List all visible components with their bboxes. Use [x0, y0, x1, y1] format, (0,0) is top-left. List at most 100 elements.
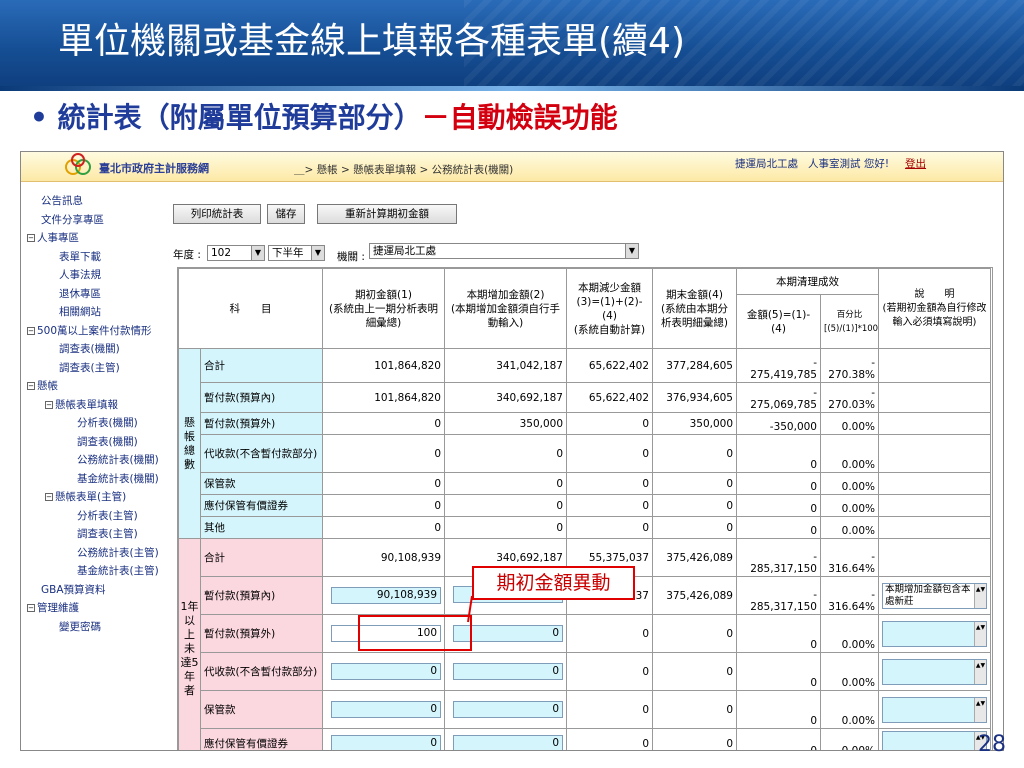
cell-decrease: 0 — [566, 728, 653, 750]
sidebar-item[interactable]: 基金統計表(主管) — [77, 564, 159, 578]
logout-link[interactable]: 登出 — [905, 158, 926, 170]
cell-percent: 0.00% — [820, 412, 879, 435]
sidebar-item[interactable]: GBA預算資料 — [41, 583, 106, 597]
sidebar-item[interactable]: − 懸帳表單(主管) — [45, 490, 126, 504]
row-label: 合計 — [200, 348, 323, 383]
cell-increase: 340,692,187 — [444, 382, 567, 413]
cell-closing: 0 — [652, 614, 737, 653]
table-row: 保管款 0 0 0 0 0 0.00% — [179, 472, 991, 495]
sidebar-item-label: 懸帳表單填報 — [55, 398, 118, 411]
note-cell: ▲▼ — [878, 690, 991, 729]
scrollbar-icon[interactable]: ▲▼ — [974, 659, 986, 684]
row-label: 應付保管有價證券 — [200, 494, 323, 517]
sidebar-item-label: 公務統計表(機關) — [77, 454, 159, 466]
scrollbar-icon[interactable]: ▲▼ — [974, 621, 986, 646]
increase-amount-input[interactable]: 0 — [453, 735, 563, 750]
cell-percent: 0.00% — [820, 494, 879, 517]
sidebar-item[interactable]: − 懸帳表單填報 — [45, 398, 118, 412]
sidebar-item[interactable]: 公務統計表(機關) — [77, 453, 159, 467]
note-textarea[interactable]: ▲▼ — [882, 658, 987, 685]
sidebar-item[interactable]: 文件分享專區 — [41, 213, 104, 227]
year-label: 年度 : — [173, 249, 201, 261]
sidebar-item[interactable]: − 懸帳 — [27, 379, 58, 393]
note-cell — [878, 412, 991, 435]
cell-increase: 0 — [444, 652, 567, 691]
collapse-icon[interactable]: − — [27, 382, 35, 390]
note-textarea[interactable]: ▲▼ — [882, 730, 987, 750]
row-label: 暫付款(預算內) — [200, 382, 323, 413]
row-label: 保管款 — [200, 472, 323, 495]
sidebar-item[interactable]: 公告訊息 — [41, 194, 83, 208]
table-row: 應付保管有價證券 0 0 0 0 0 0.00% — [179, 494, 991, 517]
table-row: 懸帳總數 合計 101,864,820 341,042,187 65,622,402 37… — [178, 348, 991, 539]
table-row: 暫付款(預算內) 101,864,820 340,692,187 65,622,402… — [179, 382, 991, 413]
sidebar-item[interactable]: −500萬以上案件付款情形 — [27, 324, 152, 338]
note-cell: ▲▼ — [878, 652, 991, 691]
sidebar-item[interactable]: 分析表(主管) — [77, 509, 138, 523]
note-textarea[interactable]: ▲▼ — [882, 620, 987, 647]
save-button[interactable]: 儲存 — [267, 204, 305, 224]
sidebar-item[interactable]: 表單下載 — [59, 250, 101, 264]
opening-amount-input[interactable]: 0 — [331, 735, 441, 750]
half-value: 下半年 — [272, 247, 304, 259]
sidebar-item-label: 懸帳表單(主管) — [55, 491, 127, 503]
note-textarea[interactable]: 本期增加金額包含本處新莊 ▲▼ — [882, 582, 987, 609]
dropdown-arrow-icon: ▼ — [625, 244, 638, 258]
cell-percent: - 316.64% — [820, 538, 879, 577]
cell-opening: 0 — [322, 690, 445, 729]
recalc-button[interactable]: 重新計算期初金額 — [317, 204, 457, 224]
cell-amount: - 285,317,150 — [736, 576, 821, 615]
opening-amount-input[interactable]: 0 — [331, 663, 441, 680]
breadcrumb: ＿> 懸帳 > 懸帳表單填報 > 公務統計表(機關) — [294, 164, 514, 176]
note-text: 本期增加金額包含本處新莊 — [885, 583, 971, 607]
print-button[interactable]: 列印統計表 — [173, 204, 261, 224]
sidebar-item-label: 分析表(機關) — [77, 417, 138, 429]
scrollbar-icon[interactable]: ▲▼ — [974, 583, 986, 608]
sidebar-item[interactable]: 退休專區 — [59, 287, 101, 301]
year-select[interactable]: 102 ▼ — [207, 245, 265, 261]
sidebar-item[interactable]: 變更密碼 — [59, 620, 101, 634]
sidebar-item[interactable]: 調查表(主管) — [77, 527, 138, 541]
note-header: 說 明 (若期初金額為自行修改輸入必須填寫說明) — [878, 268, 991, 349]
scrollbar-icon[interactable]: ▲▼ — [974, 697, 986, 722]
org-select[interactable]: 捷運局北工處 ▼ — [369, 243, 639, 259]
highlight-box — [358, 615, 472, 651]
cell-amount: 0 — [736, 690, 821, 729]
note-textarea[interactable]: ▲▼ — [882, 696, 987, 723]
sidebar-item[interactable]: 人事法規 — [59, 268, 101, 282]
table-row: 暫付款(預算外) 0 350,000 0 350,000 -350,000 0.00% — [179, 412, 991, 435]
collapse-icon[interactable]: − — [45, 493, 53, 501]
subtitle-main: 統計表（附屬單位預算部分） — [57, 101, 422, 134]
sidebar-item[interactable]: − 管理維護 — [27, 601, 79, 615]
increase-amount-input[interactable]: 0 — [453, 701, 563, 718]
sidebar-item[interactable]: 公務統計表(主管) — [77, 546, 159, 560]
cell-amount: 0 — [736, 652, 821, 691]
cell-percent: - 316.64% — [820, 576, 879, 615]
col6-header: 百分比[(5)/(1)]*100 — [820, 294, 879, 349]
cell-decrease: 0 — [566, 412, 653, 435]
collapse-icon[interactable]: − — [27, 234, 35, 242]
row-label: 合計 — [200, 538, 323, 577]
sidebar-item[interactable]: − 人事專區 — [27, 231, 79, 245]
sidebar-item[interactable]: 分析表(機關) — [77, 416, 138, 430]
cell-decrease: 0 — [566, 614, 653, 653]
sidebar-item[interactable]: 基金統計表(機關) — [77, 472, 159, 486]
increase-amount-input[interactable]: 0 — [453, 663, 563, 680]
cell-opening: 101,864,820 — [322, 382, 445, 413]
collapse-icon[interactable]: − — [27, 326, 35, 335]
collapse-icon[interactable]: − — [27, 604, 35, 612]
sidebar-item[interactable]: 調查表(主管) — [59, 361, 120, 375]
opening-amount-input[interactable]: 90,108,939 — [331, 587, 441, 604]
section-label: 1年以上未達5年者 — [178, 538, 201, 750]
half-select[interactable]: 下半年 ▼ — [268, 245, 325, 261]
table-row: 暫付款(預算外) 100 0 0 0 0 0.00% ▲▼ — [179, 614, 991, 653]
sidebar-item[interactable]: 相關網站 — [59, 305, 101, 319]
cell-increase: 0 — [444, 472, 567, 495]
sidebar-item[interactable]: 調查表(機關) — [77, 435, 138, 449]
cell-percent: 0.00% — [820, 728, 879, 750]
collapse-icon[interactable]: − — [45, 400, 53, 409]
opening-amount-input[interactable]: 0 — [331, 701, 441, 718]
stats-table: 科 目 期初金額(1) (系統由上一期分析表明細彙總) 本期增加金額(2) (本… — [178, 268, 991, 750]
sidebar-item[interactable]: 調查表(機關) — [59, 342, 120, 356]
site-name[interactable]: 臺北市政府主計服務網 — [99, 160, 209, 176]
